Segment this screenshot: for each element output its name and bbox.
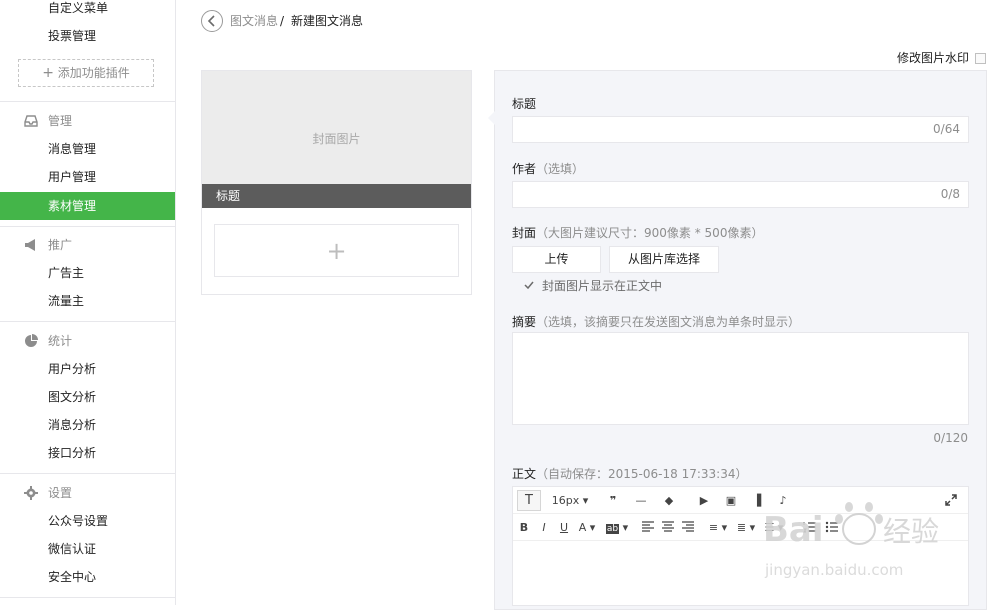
bold-icon[interactable]: B [518,519,530,536]
sidebar-item-account-settings[interactable]: 公众号设置 [0,507,175,535]
eraser-icon[interactable]: ◆ [661,492,677,509]
watermark-toggle-label: 修改图片水印 [897,51,970,65]
sidebar-item-article-analysis[interactable]: 图文分析 [0,383,175,411]
sidebar-item-api-analysis[interactable]: 接口分析 [0,439,175,467]
cover-image-placeholder[interactable]: 封面图片 [202,71,471,184]
plus-icon: + [42,65,54,81]
add-plugin-label: 添加功能插件 [57,66,130,80]
summary-label: 摘要（选填，该摘要只在发送图文消息为单条时显示） [512,315,801,329]
author-counter: 0/8 [940,187,960,201]
sidebar-item-security[interactable]: 安全中心 [0,563,175,591]
add-article-button[interactable]: + [214,224,459,277]
sidebar-item-messages[interactable]: 消息管理 [0,135,175,163]
chevron-left-icon [207,15,215,27]
sidebar-item-traffic[interactable]: 流量主 [0,287,175,315]
article-preview: 封面图片 标题 + [201,70,472,295]
cover-label: 封面（大图片建议尺寸：900像素 * 500像素） [512,226,764,240]
gear-icon [24,486,38,500]
title-counter: 0/64 [933,122,960,136]
breadcrumb-parent-link[interactable]: 图文消息 [230,10,278,32]
svg-text:jingyan.baidu.com: jingyan.baidu.com [764,561,903,579]
breadcrumb-separator: / [280,14,285,28]
divider [0,321,175,322]
megaphone-icon [25,239,35,251]
title-input[interactable]: 0/64 [512,116,969,143]
line-height-dropdown[interactable]: ≡ ▾ [707,519,729,536]
font-size-dropdown[interactable]: 16px ▾ [551,492,589,509]
sidebar-item-custom-menu[interactable]: 自定义菜单 [0,0,175,22]
sidebar-item-user-analysis[interactable]: 用户分析 [0,355,175,383]
divider [0,101,175,102]
watermark-checkbox[interactable] [975,53,986,64]
align-left-icon[interactable] [641,521,655,533]
underline-icon[interactable]: U [558,519,570,536]
pie-chart-icon [25,334,38,347]
add-plugin-button[interactable]: + 添加功能插件 [18,59,154,87]
sidebar-item-verification[interactable]: 微信认证 [0,535,175,563]
section-settings: 设置 [0,479,175,507]
divider [0,226,175,227]
svg-text:du: du [849,523,872,542]
divider [0,597,175,598]
section-stats: 统计 [0,327,175,355]
show-cover-in-body-checkbox[interactable]: 封面图片显示在正文中 [542,277,662,294]
sidebar-item-vote[interactable]: 投票管理 [0,22,175,50]
image-icon[interactable]: ▣ [723,492,739,509]
title-label: 标题 [512,97,537,111]
svg-text:经验: 经验 [883,515,939,548]
sidebar-item-advertiser[interactable]: 广告主 [0,259,175,287]
author-input[interactable]: 0/8 [512,181,969,208]
font-color-icon[interactable]: A ▾ [577,519,597,536]
paragraph-spacing-dropdown[interactable]: ≣ ▾ [735,519,757,536]
summary-textarea[interactable] [512,332,969,425]
sidebar-item-users[interactable]: 用户管理 [0,163,175,191]
checkmark-icon[interactable] [523,279,535,291]
cover-title: 标题 [202,184,471,208]
sidebar: 自定义菜单 投票管理 + 添加功能插件 管理 消息管理 用户管理 素材管理 推广… [0,0,176,605]
watermark-toggle[interactable]: 修改图片水印 [897,50,986,66]
body-label: 正文（自动保存：2015-06-18 17:33:34） [512,467,748,481]
align-right-icon[interactable] [681,521,695,533]
video-icon[interactable]: ▶ [696,492,712,509]
panel-pointer [488,111,495,125]
baidu-jingyan-watermark: Bai du 经验 jingyan.baidu.com [763,502,939,579]
back-button[interactable] [201,10,223,32]
section-promote: 推广 [0,231,175,259]
author-label: 作者（选填） [512,162,585,176]
quote-icon[interactable]: ❞ [605,492,621,509]
italic-icon[interactable]: I [538,519,550,536]
choose-from-library-button[interactable]: 从图片库选择 [609,246,719,273]
text-format-icon: T [525,493,533,508]
svg-text:Bai: Bai [763,510,824,550]
background-color-icon[interactable]: ab ▾ [605,519,629,536]
divider [0,473,175,474]
horizontal-rule-icon[interactable]: — [633,492,649,509]
upload-button[interactable]: 上传 [512,246,601,273]
sidebar-item-message-analysis[interactable]: 消息分析 [0,411,175,439]
breadcrumb-current: 新建图文消息 [291,14,364,28]
inbox-icon [24,115,38,127]
section-manage: 管理 [0,107,175,135]
align-center-icon[interactable] [661,521,675,533]
sidebar-item-materials[interactable]: 素材管理 [0,192,175,220]
summary-counter: 0/120 [933,431,968,445]
